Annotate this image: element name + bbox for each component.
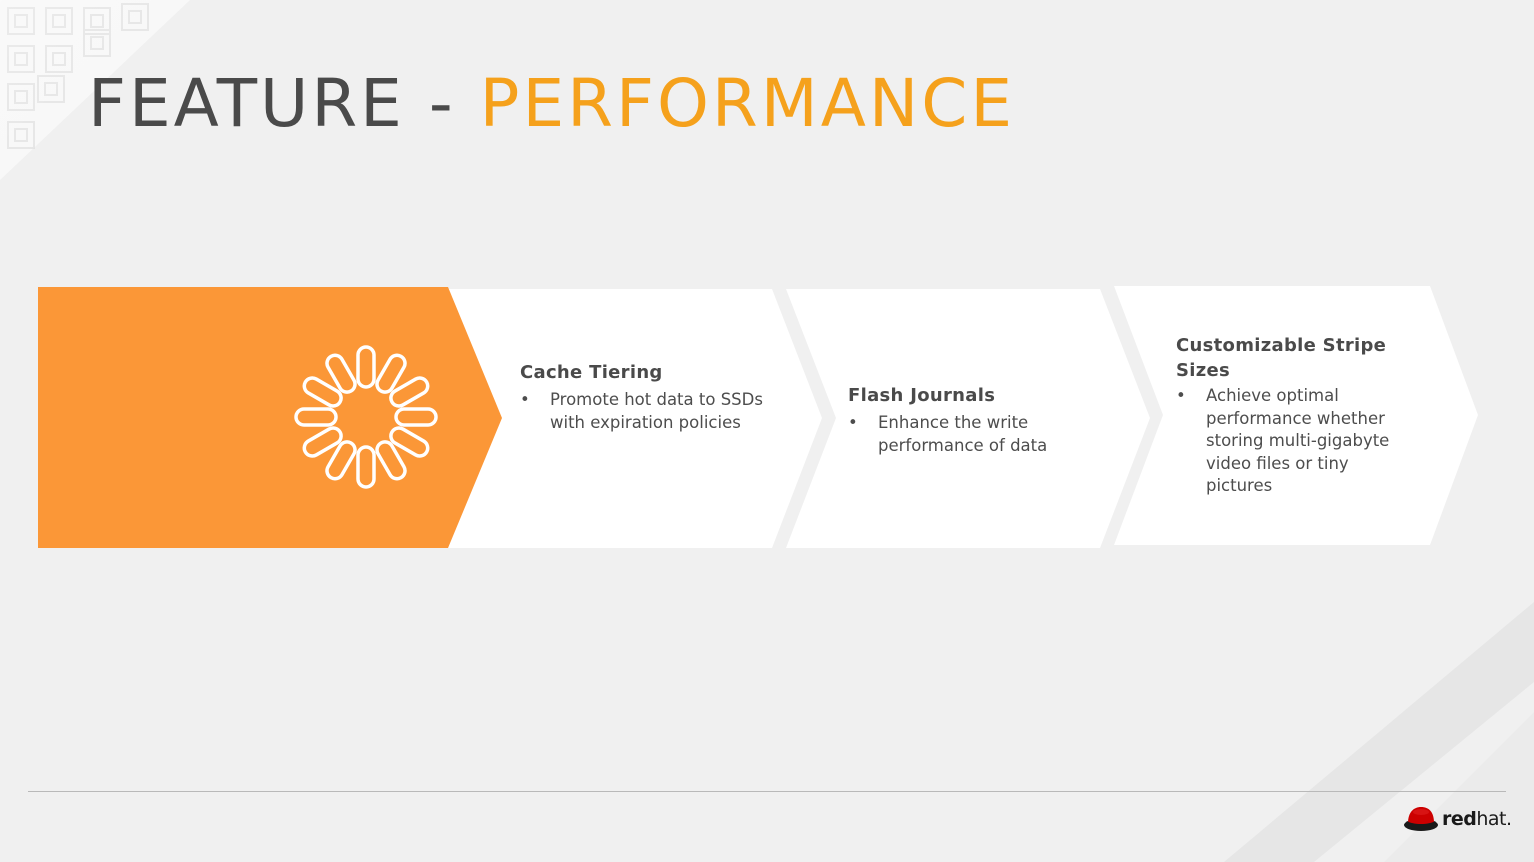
step-flash-journals: Flash Journals • Enhance the write perfor… [848, 383, 1098, 457]
logo-word-bold: red [1442, 808, 1477, 830]
bullet-glyph: • [1176, 386, 1186, 405]
footer-divider [28, 791, 1506, 792]
step-stripe-sizes: Customizable Stripe Sizes • Achieve optim… [1176, 333, 1416, 498]
bullet-glyph: • [848, 413, 858, 432]
bullet-item: • Promote hot data to SSDs with expiratio… [520, 389, 770, 434]
bullet-text: Promote hot data to SSDs with expiration… [550, 390, 763, 432]
step-bullets: • Achieve optimal performance whether sto… [1176, 385, 1416, 498]
step-heading: Cache Tiering [520, 362, 663, 383]
bullet-item: • Enhance the write performance of data [848, 412, 1098, 457]
bullet-text: Enhance the write performance of data [878, 413, 1048, 455]
step-cache-tiering: Cache Tiering • Promote hot data to SSDs … [520, 360, 770, 434]
red-hat-logo: redhat. [1403, 804, 1512, 834]
logo-word-light: hat. [1476, 808, 1512, 830]
step-bullets: • Promote hot data to SSDs with expiratio… [520, 389, 770, 434]
bullet-glyph: • [520, 390, 530, 409]
bullet-text: Achieve optimal performance whether stor… [1206, 386, 1390, 495]
step-heading: Flash Journals [848, 385, 996, 406]
red-hat-fedora-icon [1404, 807, 1438, 831]
logo-wordmark: redhat. [1442, 808, 1512, 830]
step-bullets: • Enhance the write performance of data [848, 412, 1098, 457]
bullet-item: • Achieve optimal performance whether sto… [1176, 385, 1416, 498]
hero-chevron [38, 287, 502, 548]
step-heading: Customizable Stripe Sizes [1176, 335, 1387, 381]
